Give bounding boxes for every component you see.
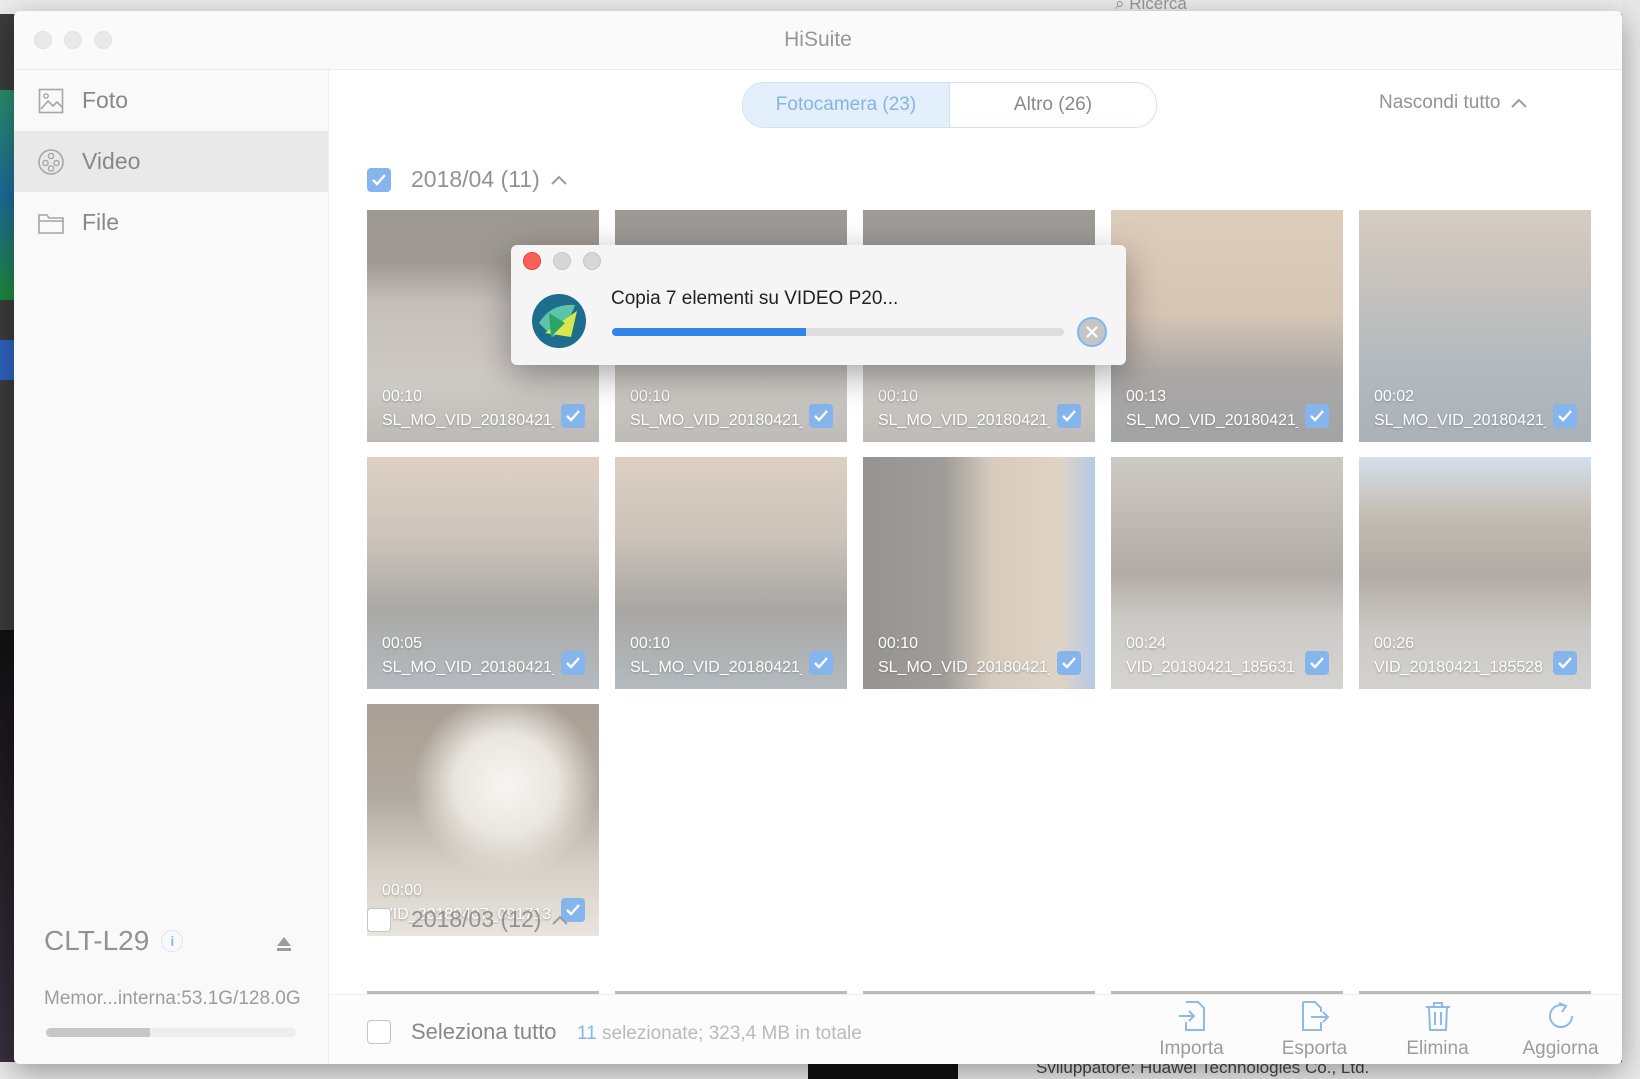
desktop-bottom-black [808, 1062, 958, 1079]
desktop-left-wallpaper [0, 630, 14, 1079]
hisuite-window: HiSuite Foto Video File CLT-L29 i Memor.… [14, 11, 1622, 1064]
copy-progress-dialog: Copia 7 elementi su VIDEO P20... [511, 245, 1126, 365]
hisuite-logo-icon [532, 294, 586, 348]
cancel-copy-button[interactable] [1077, 317, 1107, 347]
dialog-message: Copia 7 elementi su VIDEO P20... [611, 288, 899, 309]
desktop-right-strip [1622, 0, 1640, 1079]
dialog-minimize-button [553, 252, 571, 270]
modal-dim-overlay [14, 11, 1622, 1064]
close-icon [1086, 326, 1098, 338]
desktop-left-art [0, 90, 14, 300]
copy-progress-bar [612, 328, 1064, 336]
copy-progress-fill [612, 328, 807, 336]
desktop-left-tab [0, 340, 14, 380]
dialog-window-controls [523, 252, 601, 270]
dialog-zoom-button [583, 252, 601, 270]
dialog-close-button[interactable] [523, 252, 541, 270]
